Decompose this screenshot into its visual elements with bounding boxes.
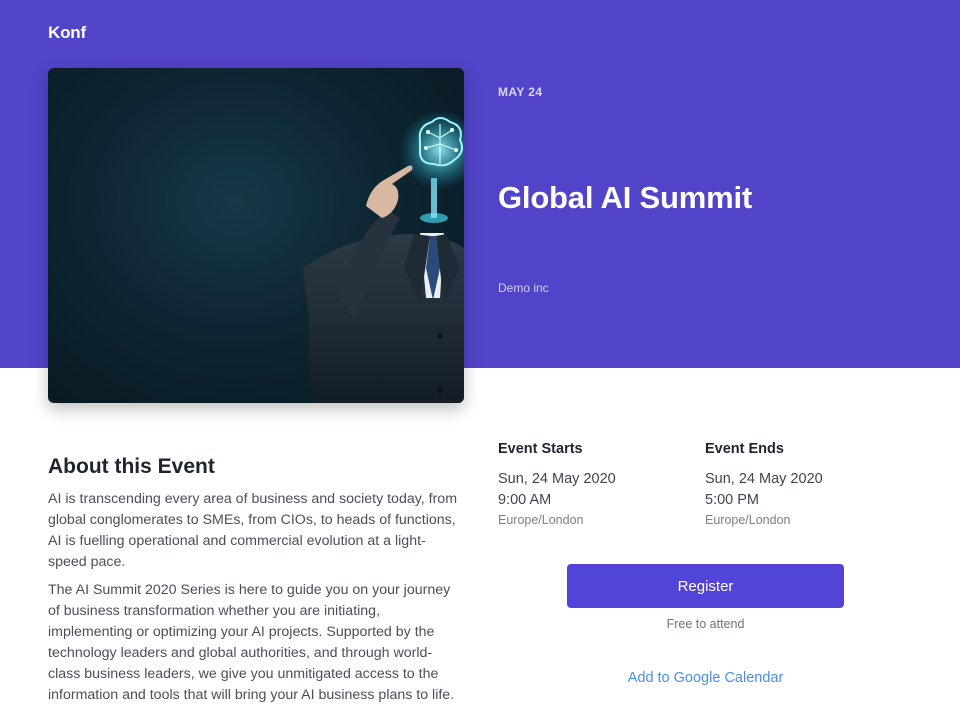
free-to-attend-note: Free to attend [666,617,745,631]
event-start-block: Event Starts Sun, 24 May 2020 9:00 AM Eu… [498,441,698,527]
businessman-brain-illustration [303,110,464,403]
add-to-google-calendar-link[interactable]: Add to Google Calendar [567,670,844,686]
event-date: MAY 24 [498,85,543,99]
register-button[interactable]: Register [567,564,844,608]
event-start-time: 9:00 AM [498,492,552,508]
event-end-time: 5:00 PM [705,492,759,508]
event-end-block: Event Ends Sun, 24 May 2020 5:00 PM Euro… [705,441,905,527]
event-end-date: Sun, 24 May 2020 [705,471,823,487]
about-heading: About this Event [48,455,215,478]
event-end-timezone: Europe/London [705,513,791,527]
brand-logo[interactable]: Konf [48,23,86,43]
event-start-date: Sun, 24 May 2020 [498,471,616,487]
about-paragraph: The AI Summit 2020 Series is here to gui… [48,582,455,703]
about-section: About this Event AI is transcending ever… [48,455,463,713]
event-title: Global AI Summit [498,180,753,215]
event-end-label: Event Ends [705,441,784,457]
event-image [48,68,464,403]
event-start-label: Event Starts [498,441,583,457]
event-start-timezone: Europe/London [498,513,584,527]
about-paragraph: AI is transcending every area of busines… [48,491,458,570]
organizer-name: Demo inc [498,281,549,295]
